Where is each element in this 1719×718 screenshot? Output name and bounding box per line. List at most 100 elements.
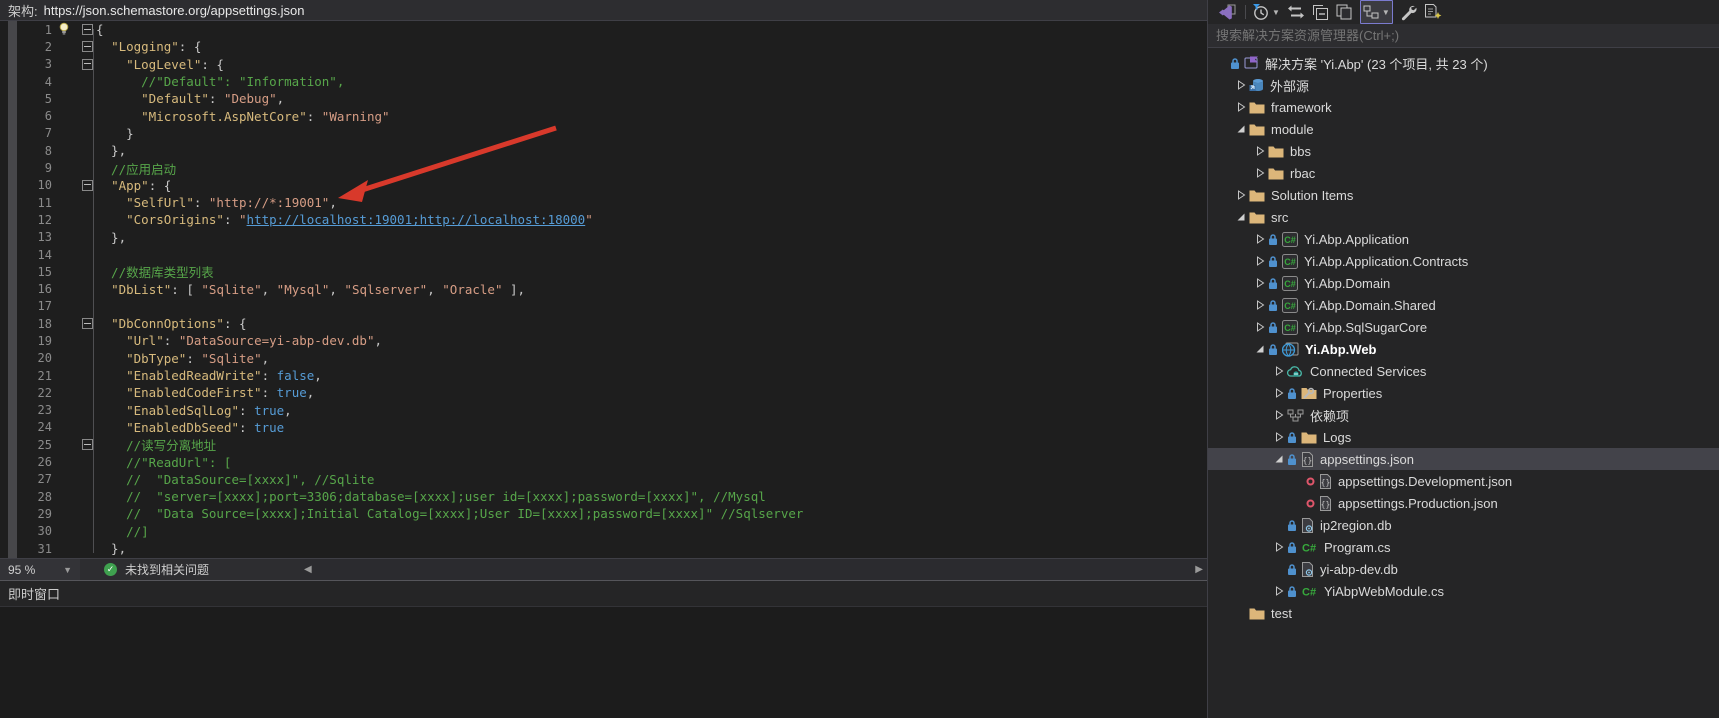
tree-item-rbac[interactable]: rbac (1208, 162, 1719, 184)
tree-item-bbs[interactable]: bbs (1208, 140, 1719, 162)
chevron-right-icon[interactable] (1271, 542, 1287, 552)
code-line-21[interactable]: 21 "EnabledReadWrite": false, (0, 367, 1207, 384)
horizontal-scrollbar[interactable]: ◀ ▶ (300, 559, 1207, 580)
tree-item-properties[interactable]: Properties (1208, 382, 1719, 404)
tree-item-ip2region-db[interactable]: ip2region.db (1208, 514, 1719, 536)
tree-item-yi-abp-domain-shared[interactable]: C#Yi.Abp.Domain.Shared (1208, 294, 1719, 316)
chevron-down-icon[interactable]: ▼ (1382, 8, 1390, 17)
code-line-9[interactable]: 9 //应用启动 (0, 159, 1207, 176)
tree-item-program-cs[interactable]: C#Program.cs (1208, 536, 1719, 558)
code-editor[interactable]: 1{2 "Logging": {3 "LogLevel": {4 //"Defa… (0, 21, 1207, 558)
wrench-icon[interactable] (1400, 2, 1417, 22)
code-line-30[interactable]: 30 //] (0, 523, 1207, 540)
fold-collapse-icon[interactable] (82, 318, 93, 329)
tree-item-logs[interactable]: Logs (1208, 426, 1719, 448)
code-line-23[interactable]: 23 "EnabledSqlLog": true, (0, 402, 1207, 419)
file-nesting-icon[interactable]: ▼ (1360, 0, 1393, 24)
chevron-right-icon[interactable] (1233, 102, 1249, 112)
code-line-4[interactable]: 4 //"Default": "Information", (0, 73, 1207, 90)
code-line-10[interactable]: 10 "App": { (0, 177, 1207, 194)
code-line-11[interactable]: 11 "SelfUrl": "http://*:19001", (0, 194, 1207, 211)
tree-item-appsettings-production-json[interactable]: {}appsettings.Production.json (1208, 492, 1719, 514)
tree-item-外部源[interactable]: 外部源 (1208, 74, 1719, 96)
chevron-down-icon[interactable] (1233, 124, 1249, 134)
code-line-15[interactable]: 15 //数据库类型列表 (0, 263, 1207, 280)
code-line-2[interactable]: 2 "Logging": { (0, 38, 1207, 55)
chevron-down-icon[interactable] (1252, 344, 1268, 354)
code-line-7[interactable]: 7 } (0, 125, 1207, 142)
chevron-right-icon[interactable] (1271, 388, 1287, 398)
fold-collapse-icon[interactable] (82, 41, 93, 52)
code-line-31[interactable]: 31 }, (0, 540, 1207, 557)
history-filter-icon[interactable]: ▼ (1252, 2, 1280, 22)
tree-item-yi-abp-web[interactable]: Yi.Abp.Web (1208, 338, 1719, 360)
tree-item-test[interactable]: test (1208, 602, 1719, 624)
chevron-right-icon[interactable] (1252, 168, 1268, 178)
tree-item-yiabpwebmodule-cs[interactable]: C#YiAbpWebModule.cs (1208, 580, 1719, 602)
search-input[interactable] (1208, 24, 1719, 47)
tree-item-solution-items[interactable]: Solution Items (1208, 184, 1719, 206)
code-line-27[interactable]: 27 // "DataSource=[xxxx]", //Sqlite (0, 471, 1207, 488)
chevron-down-icon[interactable] (1271, 454, 1287, 464)
fold-collapse-icon[interactable] (82, 439, 93, 450)
code-line-14[interactable]: 14 (0, 246, 1207, 263)
properties-pages-icon[interactable] (1336, 2, 1353, 22)
fold-collapse-icon[interactable] (82, 59, 93, 70)
zoom-select[interactable]: 95 % ▼ (0, 559, 80, 580)
chevron-right-icon[interactable] (1271, 586, 1287, 596)
code-line-29[interactable]: 29 // "Data Source=[xxxx];Initial Catalo… (0, 505, 1207, 522)
sync-active-document-icon[interactable] (1287, 2, 1305, 22)
chevron-down-icon[interactable] (1233, 212, 1249, 222)
code-line-1[interactable]: 1{ (0, 21, 1207, 38)
code-line-8[interactable]: 8 }, (0, 142, 1207, 159)
preview-code-icon[interactable] (1424, 2, 1442, 22)
code-line-16[interactable]: 16 "DbList": [ "Sqlite", "Mysql", "Sqlse… (0, 280, 1207, 297)
tree-item-yi-abp-application-contracts[interactable]: C#Yi.Abp.Application.Contracts (1208, 250, 1719, 272)
chevron-right-icon[interactable] (1252, 146, 1268, 156)
chevron-right-icon[interactable] (1233, 190, 1249, 200)
code-line-25[interactable]: 25 //读写分离地址 (0, 436, 1207, 453)
schema-combobox[interactable]: https://json.schemastore.org/appsettings… (44, 3, 1207, 18)
tree-item-yi-abp-dev-db[interactable]: yi-abp-dev.db (1208, 558, 1719, 580)
fold-collapse-icon[interactable] (82, 24, 93, 35)
tree-item-appsettings-development-json[interactable]: {}appsettings.Development.json (1208, 470, 1719, 492)
code-line-20[interactable]: 20 "DbType": "Sqlite", (0, 350, 1207, 367)
immediate-window-title[interactable]: 即时窗口 (0, 581, 1207, 607)
lightbulb-icon[interactable] (58, 22, 78, 38)
code-line-19[interactable]: 19 "Url": "DataSource=yi-abp-dev.db", (0, 332, 1207, 349)
tree-item-framework[interactable]: framework (1208, 96, 1719, 118)
code-line-17[interactable]: 17 (0, 298, 1207, 315)
chevron-right-icon[interactable] (1252, 234, 1268, 244)
tree-item-解决方案-yi-abp-23-个项目-共-23-个[interactable]: 解决方案 'Yi.Abp' (23 个项目, 共 23 个) (1208, 52, 1719, 74)
chevron-right-icon[interactable] (1271, 432, 1287, 442)
tree-item-yi-abp-application[interactable]: C#Yi.Abp.Application (1208, 228, 1719, 250)
chevron-right-icon[interactable] (1252, 322, 1268, 332)
chevron-right-icon[interactable] (1252, 278, 1268, 288)
tree-item-module[interactable]: module (1208, 118, 1719, 140)
code-line-22[interactable]: 22 "EnabledCodeFirst": true, (0, 384, 1207, 401)
fold-collapse-icon[interactable] (82, 180, 93, 191)
tree-item-appsettings-json[interactable]: {}appsettings.json (1208, 448, 1719, 470)
tree-item-yi-abp-sqlsugarcore[interactable]: C#Yi.Abp.SqlSugarCore (1208, 316, 1719, 338)
code-line-12[interactable]: 12 "CorsOrigins": "http://localhost:1900… (0, 211, 1207, 228)
chevron-right-icon[interactable] (1252, 256, 1268, 266)
switch-views-icon[interactable] (1218, 2, 1236, 22)
code-line-13[interactable]: 13 }, (0, 229, 1207, 246)
chevron-down-icon[interactable]: ▼ (1272, 8, 1280, 17)
code-line-26[interactable]: 26 //"ReadUrl": [ (0, 453, 1207, 470)
code-line-24[interactable]: 24 "EnabledDbSeed": true (0, 419, 1207, 436)
tree-item-connected-services[interactable]: Connected Services (1208, 360, 1719, 382)
tree-item-yi-abp-domain[interactable]: C#Yi.Abp.Domain (1208, 272, 1719, 294)
code-line-28[interactable]: 28 // "server=[xxxx];port=3306;database=… (0, 488, 1207, 505)
chevron-right-icon[interactable] (1271, 366, 1287, 376)
scroll-left-icon[interactable]: ◀ (304, 564, 312, 575)
tree-item-src[interactable]: src (1208, 206, 1719, 228)
tree-item-依赖项[interactable]: 依赖项 (1208, 404, 1719, 426)
collapse-all-icon[interactable] (1312, 2, 1329, 22)
code-line-3[interactable]: 3 "LogLevel": { (0, 56, 1207, 73)
chevron-right-icon[interactable] (1271, 410, 1287, 420)
code-line-6[interactable]: 6 "Microsoft.AspNetCore": "Warning" (0, 107, 1207, 124)
chevron-right-icon[interactable] (1233, 80, 1249, 90)
chevron-right-icon[interactable] (1252, 300, 1268, 310)
code-line-5[interactable]: 5 "Default": "Debug", (0, 90, 1207, 107)
